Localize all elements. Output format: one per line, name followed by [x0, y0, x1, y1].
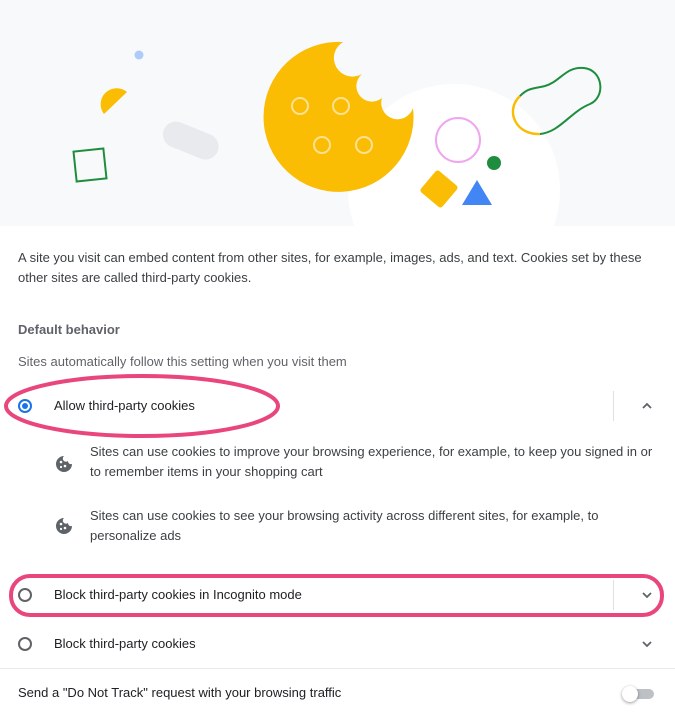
chevron-down-icon[interactable] [638, 637, 656, 651]
detail-text: Sites can use cookies to improve your br… [90, 444, 653, 479]
row-separator [613, 580, 614, 610]
option-block-incognito[interactable]: Block third-party cookies in Incognito m… [0, 572, 675, 618]
default-behavior-subtitle: Sites automatically follow this setting … [18, 354, 347, 369]
green-dot [487, 156, 501, 170]
illustration-svg [72, 41, 602, 226]
gray-pill-shape [162, 121, 219, 160]
do-not-track-toggle[interactable] [622, 686, 654, 702]
do-not-track-label: Send a "Do Not Track" request with your … [18, 685, 342, 700]
third-party-cookies-description: A site you visit can embed content from … [18, 250, 642, 285]
radio-block-incognito[interactable] [18, 588, 32, 602]
small-blue-dot [134, 50, 144, 60]
default-behavior-title: Default behavior [18, 322, 120, 337]
chevron-down-icon[interactable] [638, 588, 656, 602]
option-label: Block third-party cookies in Incognito m… [54, 587, 302, 602]
radio-allow-third-party-cookies[interactable] [18, 399, 32, 413]
option-label: Allow third-party cookies [54, 398, 195, 413]
cookies-hero-illustration [0, 0, 675, 226]
option-block-third-party-cookies[interactable]: Block third-party cookies [0, 621, 675, 667]
green-square-outline [72, 147, 108, 183]
option-label: Block third-party cookies [54, 636, 196, 651]
cookie-icon [56, 518, 72, 534]
detail-text: Sites can use cookies to see your browsi… [90, 508, 599, 543]
option-allow-third-party-cookies[interactable]: Allow third-party cookies [0, 383, 675, 429]
row-separator [613, 391, 614, 421]
yellow-half-circle [100, 88, 127, 114]
radio-block-third-party-cookies[interactable] [18, 637, 32, 651]
toggle-knob [622, 686, 638, 702]
cookie-icon [56, 456, 72, 472]
chevron-up-icon[interactable] [638, 399, 656, 413]
divider [0, 668, 675, 669]
